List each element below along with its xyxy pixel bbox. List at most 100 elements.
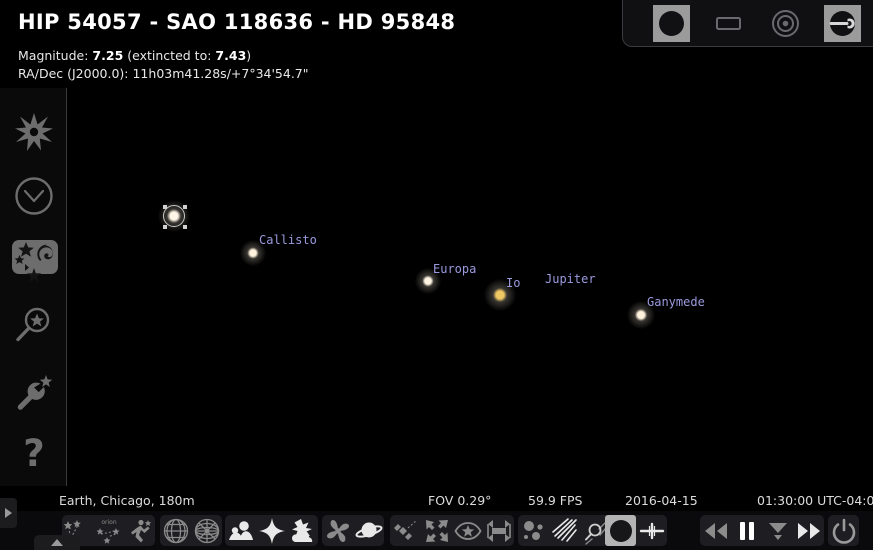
sky-canvas[interactable]: Callisto Europa Io Jupiter Ganymede [0,0,873,550]
toolbar-button-azimuthal-grid[interactable] [191,515,222,546]
equatorial-grid-icon [162,517,190,545]
center-arrows-icon [423,517,451,545]
plugin-button-ocular-view[interactable] [653,4,690,42]
toolbar-button-equatorial-grid[interactable] [160,515,191,546]
constellation-art-icon [126,517,154,545]
status-fov: FOV 0.29° [428,493,492,508]
radec-label: RA/Dec (J2000.0): [18,66,129,81]
status-bar: Earth, Chicago, 180m FOV 0.29° 59.9 FPS … [0,493,873,511]
sidebar-item-sky-view-options[interactable] [8,234,60,286]
chevron-right-icon [5,508,12,518]
toolbar-button-exoplanets[interactable] [518,515,549,546]
plugin-button-ocular-settings[interactable] [824,4,861,42]
magnitude-label: Magnitude: [18,48,89,63]
power-icon [830,517,858,545]
object-radec-line: RA/Dec (J2000.0): 11h03m41.28s/+7°34'54.… [18,66,455,81]
toolbar-group-objects [322,515,384,546]
magnitude-value: 7.25 [92,48,124,63]
sidebar-item-date-time-window[interactable] [8,170,60,222]
sidebar-item-help-window[interactable]: ? [8,428,60,480]
status-time: 01:30:00 UTC-04:00 [757,493,873,508]
label-ganymede: Ganymede [647,295,705,309]
ocular-plugin-bar [622,0,873,47]
hourglass-icon [764,517,792,545]
toolbar-button-deep-sky-objects[interactable] [322,515,353,546]
fast-forward-icon [795,517,823,545]
label-jupiter: Jupiter [545,272,596,286]
label-io: Io [506,276,521,290]
toolbar-button-quit[interactable] [828,515,859,546]
azimuthal-grid-icon [193,517,221,545]
status-location: Earth, Chicago, 180m [59,493,195,508]
fullscreen-icon [485,517,513,545]
galaxy-icon [324,517,352,545]
label-europa: Europa [433,262,477,276]
toolbar-button-constellation-art[interactable] [124,515,155,546]
filled-circle-icon [656,8,687,39]
radec-value: 11h03m41.28s/+7°34'54.7" [132,66,309,81]
sky-nebula-icon [12,238,56,282]
chevron-up-icon [51,539,63,546]
toolbar-button-night-mode[interactable] [452,515,483,546]
status-fps: 59.9 FPS [528,493,583,508]
toolbar-button-increase-time-speed[interactable] [793,515,824,546]
toolbar-button-cardinal-points[interactable] [256,515,287,546]
wrench-star-icon [12,369,56,413]
toolbar-button-ground[interactable] [225,515,256,546]
exoplanets-icon [520,517,548,545]
toolbar-button-atmosphere[interactable] [287,515,318,546]
object-title: HIP 54057 - SAO 118636 - HD 95848 [18,10,456,34]
toolbar-group-ocular [605,515,667,546]
search-star-icon [12,304,56,348]
toolbar-button-center-on-object[interactable] [421,515,452,546]
status-date: 2016-04-15 [625,493,698,508]
extincted-suffix: ) [246,48,252,63]
toolbar-group-environment [225,515,318,546]
toolbar-group-grids [160,515,222,546]
toolbar-button-ocular-toggle[interactable] [605,515,636,546]
toolbar-button-decrease-time-speed[interactable] [700,515,731,546]
selection-marker-tick [182,204,187,209]
compass-star-icon [12,110,56,154]
sidebar-item-location-window[interactable] [8,106,60,158]
toolbar-collapse-tab[interactable] [34,535,80,550]
saturn-icon [355,517,383,545]
toolbar-button-meteor-showers[interactable] [549,515,580,546]
telrad-bar-icon [638,517,666,545]
plugin-button-sensor-frame[interactable] [710,5,747,42]
ground-icon [227,517,255,545]
rewind-icon [702,517,730,545]
wrench-circle-icon [827,8,858,39]
toolbar-button-planet-labels[interactable] [353,515,384,546]
extincted-value: 7.43 [215,48,247,63]
toolbar-button-set-time-now[interactable] [762,515,793,546]
plugin-button-telrad-sight[interactable] [767,5,804,42]
toolbar-button-sensor-toggle[interactable] [636,515,667,546]
toolbar-group-plugins [518,515,611,546]
atmosphere-icon [289,517,317,545]
extincted-prefix: (extincted to: [127,48,212,63]
planet-jupiter[interactable] [521,288,543,310]
toolbar-button-constellation-labels[interactable]: orion [93,515,124,546]
toolbar-group-view [390,515,514,546]
toolbar-button-full-screen[interactable] [483,515,514,546]
toolbar-button-pause-time[interactable] [731,515,762,546]
pause-icon [733,517,761,545]
object-info-panel: HIP 54057 - SAO 118636 - HD 95848 Magnit… [18,10,455,81]
svg-text:orion: orion [101,519,116,526]
bottom-toolbar: orion [0,511,873,550]
eye-star-icon [453,517,482,545]
constellation-labels-icon: orion [95,517,123,545]
toolbar-button-satellite-hints[interactable] [390,515,421,546]
sidebar-collapse-tab[interactable] [0,498,17,528]
sidebar-item-configuration-window[interactable] [8,365,60,417]
sidebar-item-search-window[interactable] [8,300,60,352]
clock-icon [12,174,56,218]
selection-marker-tick [182,224,187,229]
toolbar-group-quit [828,515,859,546]
selection-marker-tick [162,204,167,209]
toolbar-group-time [700,515,824,546]
meteor-shower-icon [551,517,579,545]
stellarium-window: Callisto Europa Io Jupiter Ganymede HIP 5405… [0,0,873,550]
cardinal-points-icon [258,517,286,545]
